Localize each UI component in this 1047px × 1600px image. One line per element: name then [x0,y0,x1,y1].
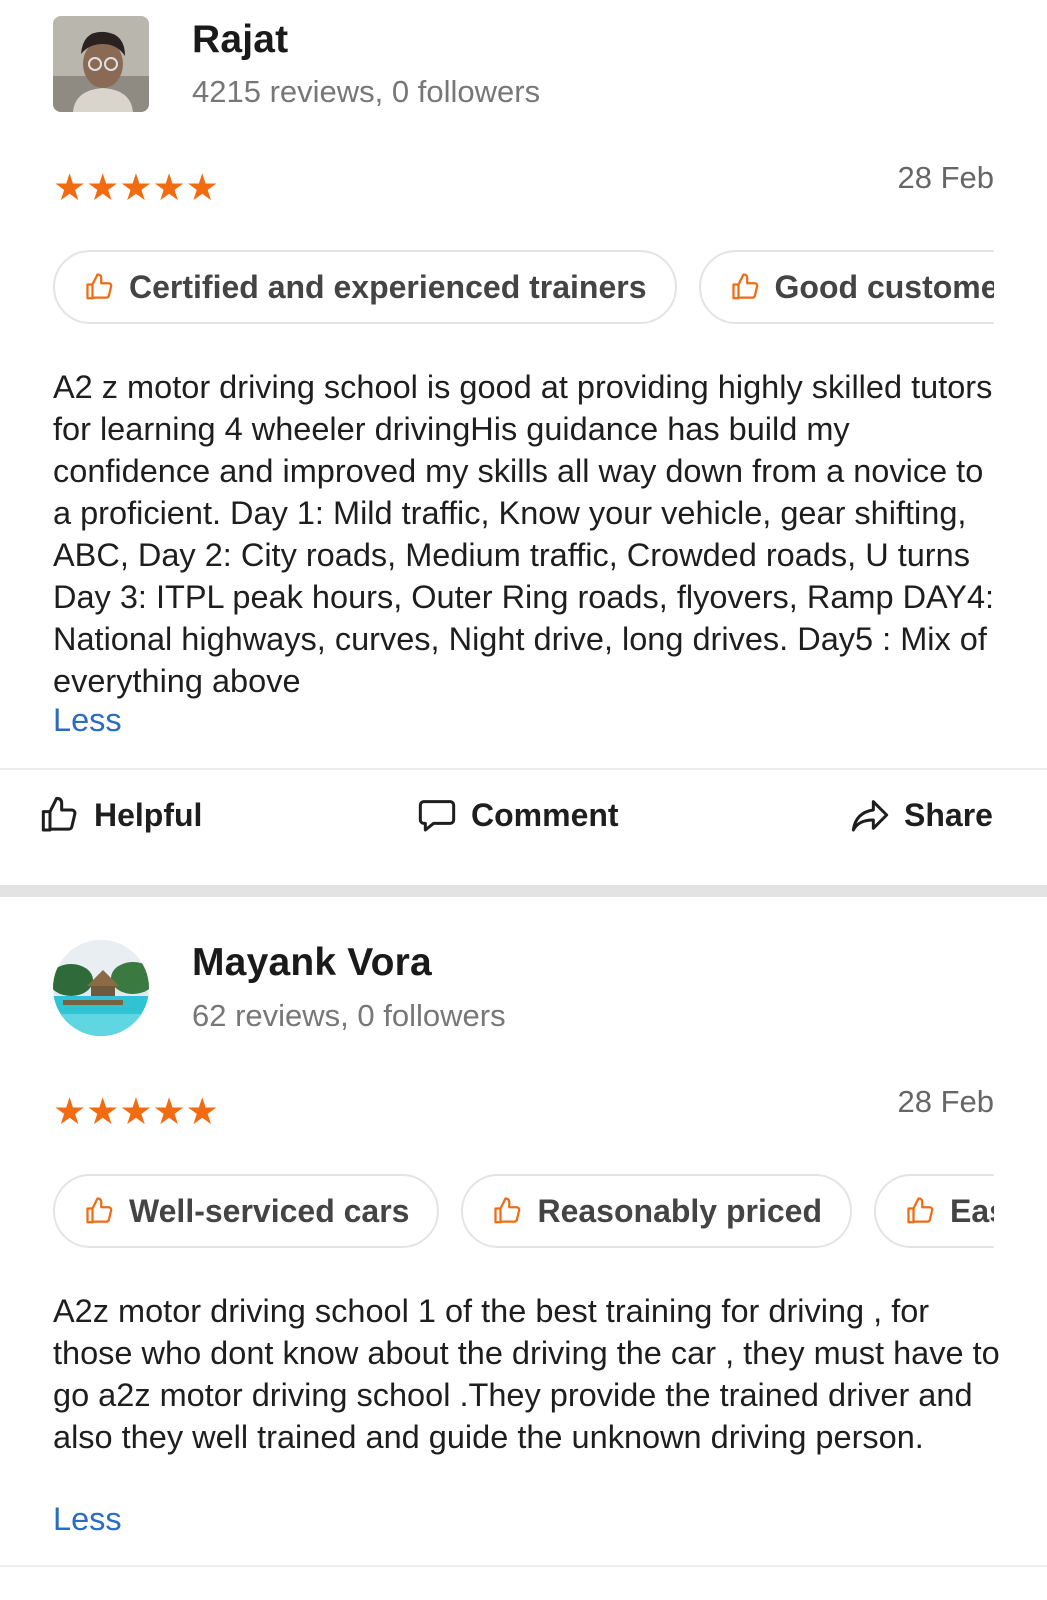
tag-row: Certified and experienced trainers Good … [53,250,994,330]
thumbs-up-icon [494,1197,521,1224]
tag-label: Well-serviced cars [129,1192,410,1229]
avatar[interactable] [53,16,149,112]
comment-icon [418,800,456,832]
share-button[interactable]: Share [850,795,993,835]
star-rating: ★★★★★ [53,167,219,208]
share-label: Share [904,796,993,833]
comment-button[interactable]: Comment [417,795,619,835]
reviewer-name[interactable]: Mayank Vora [192,941,432,985]
beach-photo-icon [53,940,149,1036]
tag-row: Well-serviced cars Reasonably priced Eas [53,1174,994,1254]
thumbs-up-icon [86,1197,113,1224]
less-link[interactable]: Less [53,702,122,739]
tag-chip[interactable]: Reasonably priced [461,1174,853,1248]
action-bar: Helpful Comment Share [0,787,1047,847]
avatar[interactable] [53,940,149,1036]
reviewer-name[interactable]: Rajat [192,18,288,62]
tag-chip[interactable]: Well-serviced cars [53,1174,440,1248]
comment-label: Comment [471,796,619,833]
thumbs-up-icon [41,796,77,832]
followers-count: 0 followers [357,998,506,1033]
review-text: A2z motor driving school 1 of the best t… [53,1293,1000,1455]
thumbs-up-icon [86,273,113,300]
review-date: 28 Feb [897,1084,994,1119]
tag-chip[interactable]: Certified and experienced trainers [53,250,677,324]
thumbs-up-icon [731,273,758,300]
tag-label: Certified and experienced trainers [129,268,647,305]
followers-count: 0 followers [391,74,541,109]
tag-chip[interactable]: Good custome [698,250,994,324]
helpful-label: Helpful [94,796,203,833]
review-text: A2 z motor driving school is good at pro… [53,369,995,699]
tag-chip[interactable]: Eas [874,1174,994,1248]
less-link[interactable]: Less [53,1501,122,1538]
review-date: 28 Feb [897,160,994,195]
review-divider [0,885,1047,897]
separator [0,1565,1047,1567]
tag-label: Good custome [774,268,994,305]
separator [0,768,1047,770]
user-photo-icon [53,16,149,112]
reviews-count: 62 reviews, [192,998,349,1033]
reviewer-stats: 62 reviews, 0 followers [192,998,506,1034]
tag-label: Eas [950,1192,994,1229]
reviewer-stats: 4215 reviews, 0 followers [192,74,540,110]
share-icon [851,800,889,832]
reviews-count: 4215 reviews, [192,74,384,109]
thumbs-up-icon [907,1197,934,1224]
helpful-button[interactable]: Helpful [40,795,202,835]
tag-label: Reasonably priced [537,1192,823,1229]
star-rating: ★★★★★ [53,1091,219,1132]
